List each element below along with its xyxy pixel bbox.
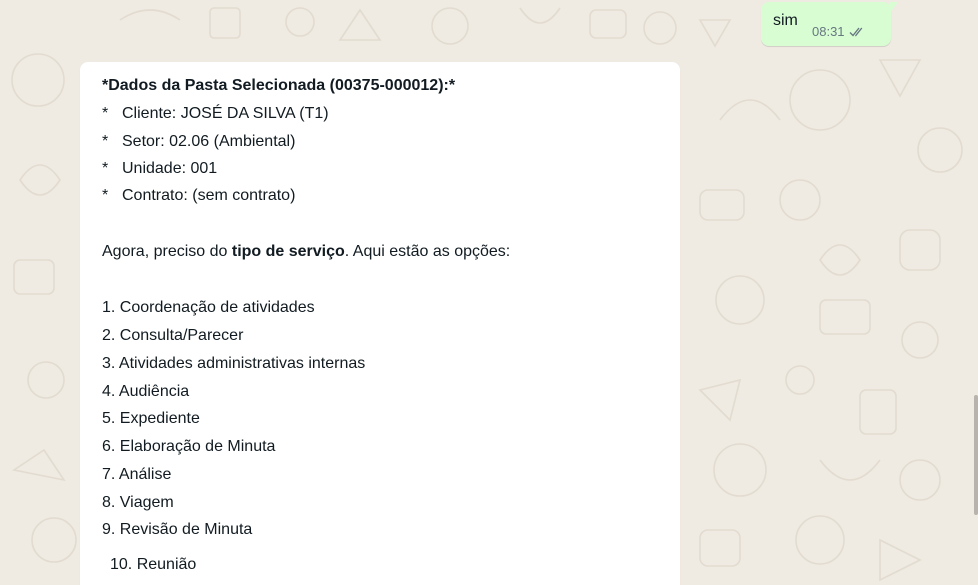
service-type-prompt: Agora, preciso do tipo de serviço. Aqui … xyxy=(102,242,510,262)
bullet-marker: * xyxy=(102,160,109,177)
prompt-text-start: Agora, preciso do xyxy=(102,243,232,260)
service-option: 3. Atividades administrativas internas xyxy=(102,355,366,372)
incoming-message-bubble[interactable]: *Dados da Pasta Selecionada (00375-00001… xyxy=(80,62,680,585)
bullet-marker: * xyxy=(102,105,109,122)
service-option: 10. Reunião xyxy=(110,556,197,573)
message-time: 08:31 xyxy=(812,24,845,39)
service-option: 2. Consulta/Parecer xyxy=(102,327,244,344)
service-option: 1. Coordenação de atividades xyxy=(102,299,315,316)
bullet-marker: * xyxy=(102,187,109,204)
service-option: 9. Revisão de Minuta xyxy=(102,521,253,538)
outgoing-message-text: sim xyxy=(773,12,798,29)
prompt-text-bold: tipo de serviço xyxy=(231,243,345,260)
detail-line-unit: * Unidade: 001 xyxy=(102,159,217,179)
scrollbar-thumb[interactable] xyxy=(974,395,978,515)
outgoing-message-bubble[interactable]: sim 08:31 xyxy=(761,2,898,46)
detail-text: Unidade: 001 xyxy=(122,160,218,177)
bubble-tail xyxy=(889,2,898,14)
detail-text: Contrato: (sem contrato) xyxy=(122,187,296,204)
service-option: 8. Viagem xyxy=(102,494,174,511)
service-option: 7. Análise xyxy=(102,466,172,483)
prompt-text-end: . Aqui estão as opções: xyxy=(344,243,511,260)
detail-line-sector: * Setor: 02.06 (Ambiental) xyxy=(102,132,295,152)
message-heading: *Dados da Pasta Selecionada (00375-00001… xyxy=(102,77,456,94)
bullet-marker: * xyxy=(102,133,109,150)
detail-text: Cliente: JOSÉ DA SILVA (T1) xyxy=(122,105,329,122)
detail-text: Setor: 02.06 (Ambiental) xyxy=(122,133,296,150)
double-check-icon xyxy=(849,27,862,37)
detail-line-contract: * Contrato: (sem contrato) xyxy=(102,186,295,206)
service-option: 5. Expediente xyxy=(102,410,200,427)
detail-line-client: * Cliente: JOSÉ DA SILVA (T1) xyxy=(102,104,329,124)
service-option: 6. Elaboração de Minuta xyxy=(102,438,276,455)
message-meta: 08:31 xyxy=(812,24,866,39)
service-option: 4. Audiência xyxy=(102,383,190,400)
